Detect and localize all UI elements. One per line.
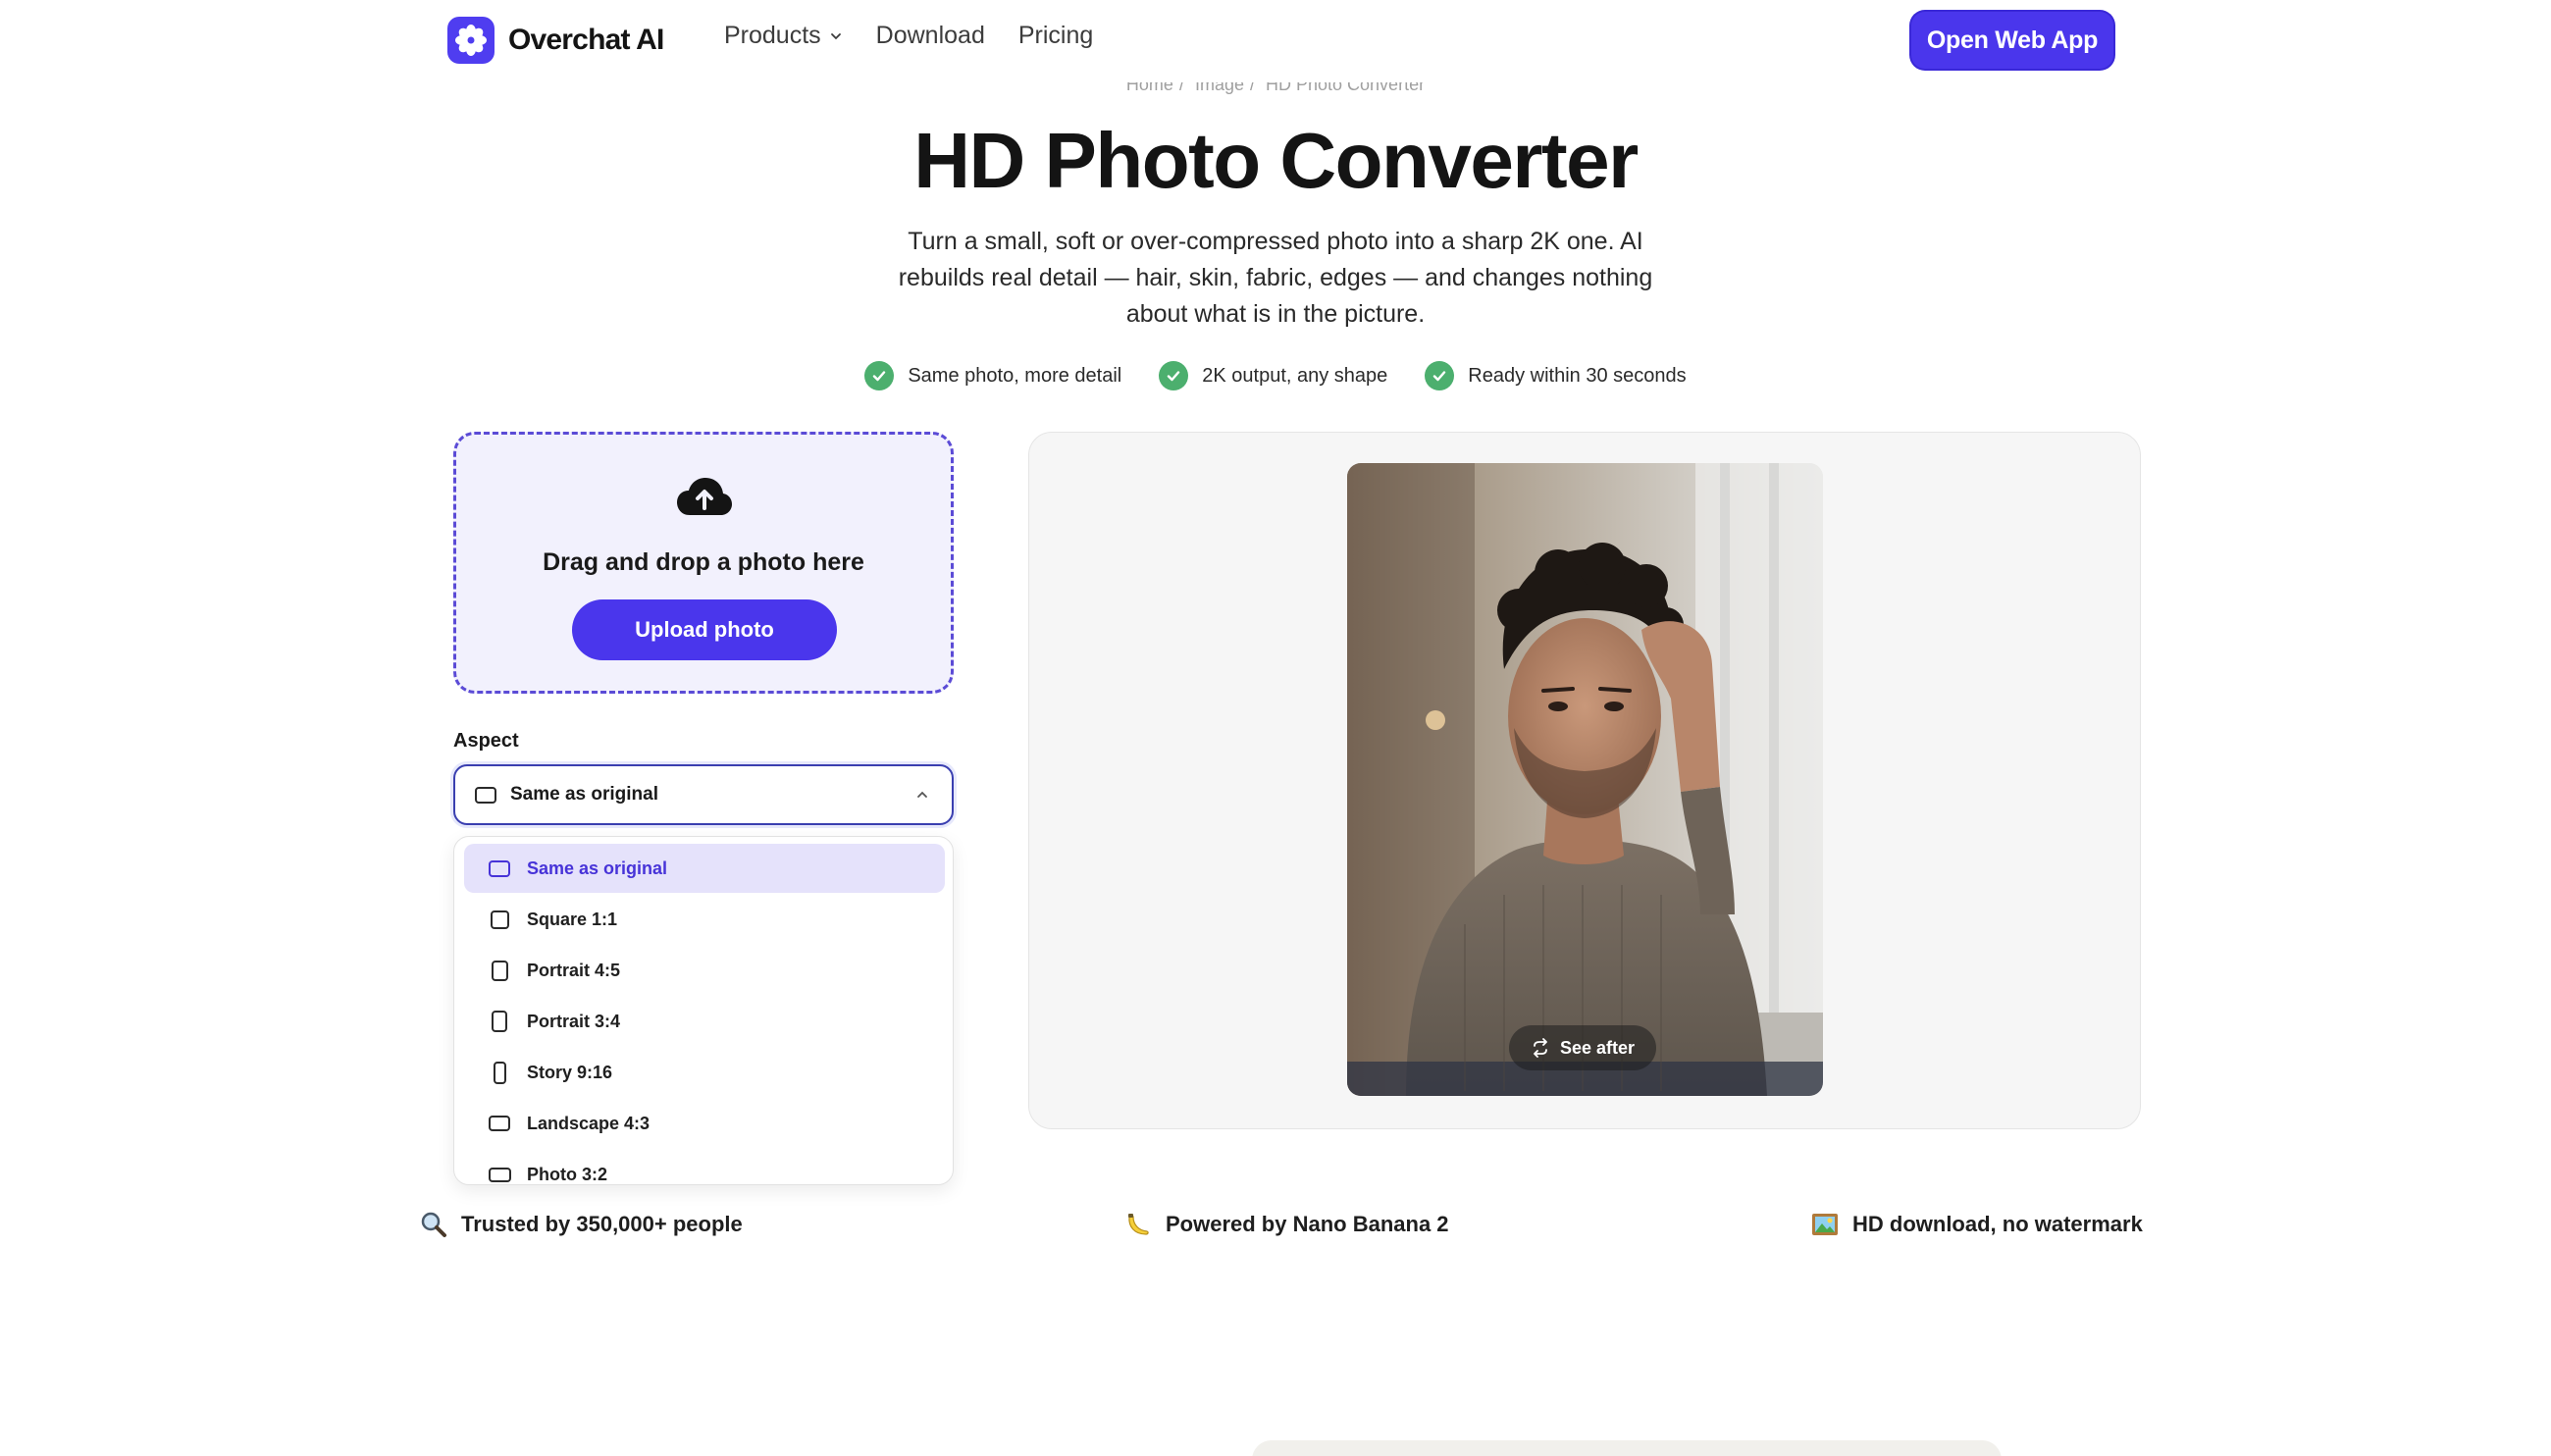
asterisk-logo-icon: [447, 17, 495, 64]
brand-logo[interactable]: Overchat AI: [447, 17, 664, 64]
trust-item: Trusted by 350,000+ people: [420, 1211, 743, 1238]
square-icon: [490, 910, 509, 929]
aspect-option-square[interactable]: Square 1:1: [464, 895, 945, 944]
main-nav: Products Download Pricing: [724, 22, 1093, 50]
landscape-rectangle-icon: [488, 1167, 511, 1182]
portrait-rectangle-icon: [492, 1011, 507, 1032]
feature-item: Ready within 30 seconds: [1425, 361, 1687, 390]
see-after-label: See after: [1559, 1037, 1636, 1058]
aspect-option-label: Photo 3:2: [527, 1164, 608, 1184]
framed-picture-icon: [1811, 1211, 1839, 1238]
aspect-option-portrait-3-4[interactable]: Portrait 3:4: [464, 997, 945, 1046]
aspect-option-label: Story 9:16: [527, 1062, 613, 1082]
page-title: HD Photo Converter: [913, 117, 1639, 204]
aspect-option-photo-3-2[interactable]: Photo 3:2: [464, 1150, 945, 1184]
nav-pricing[interactable]: Pricing: [1018, 22, 1093, 50]
nav-pricing-label: Pricing: [1017, 22, 1094, 49]
nav-download[interactable]: Download: [876, 22, 985, 50]
feature-item: 2K output, any shape: [1159, 361, 1387, 390]
trust-text: Trusted by 350,000+ people: [461, 1212, 743, 1236]
see-after-toggle[interactable]: See after: [1509, 1025, 1656, 1070]
trust-item: HD download, no watermark: [1811, 1211, 2143, 1238]
rectangle-icon: [475, 786, 496, 804]
trust-item: Powered by Nano Banana 2: [1124, 1211, 1449, 1238]
preview-photo: [1347, 463, 1823, 1096]
portrait-rectangle-icon: [491, 960, 508, 981]
upload-photo-button[interactable]: Upload photo: [572, 599, 837, 660]
chevron-up-icon: [917, 791, 927, 798]
feature-label: Same photo, more detail: [908, 364, 1122, 387]
aspect-option-landscape-4-3[interactable]: Landscape 4:3: [464, 1099, 945, 1148]
nav-products[interactable]: Products: [724, 22, 843, 50]
nav-products-label: Products: [724, 22, 821, 49]
rectangle-icon: [489, 859, 510, 877]
aspect-option-label: Landscape 4:3: [527, 1113, 651, 1133]
check-circle-icon: [864, 361, 895, 390]
landscape-rectangle-icon: [489, 1116, 510, 1131]
aspect-selected-value: Same as original: [510, 784, 659, 805]
aspect-option-label: Portrait 4:5: [527, 960, 621, 980]
trust-text: Powered by Nano Banana 2: [1166, 1212, 1449, 1236]
feature-item: Same photo, more detail: [864, 361, 1121, 390]
feature-label: 2K output, any shape: [1202, 364, 1388, 387]
cloud-upload-icon: [677, 478, 732, 515]
aspect-option-label: Portrait 3:4: [527, 1011, 621, 1031]
aspect-option-portrait-4-5[interactable]: Portrait 4:5: [464, 946, 945, 995]
photo-dropzone[interactable]: Drag and drop a photo here Upload photo: [453, 432, 954, 694]
check-circle-icon: [1425, 361, 1455, 390]
tall-rectangle-icon: [493, 1061, 506, 1084]
swap-arrows-icon: [1534, 1038, 1547, 1058]
feature-label: Ready within 30 seconds: [1468, 364, 1687, 387]
aspect-option-label: Same as original: [527, 858, 668, 878]
magnifier-icon: [420, 1211, 447, 1238]
dropzone-text: Drag and drop a photo here: [543, 548, 864, 576]
feature-list: Same photo, more detail 2K output, any s…: [0, 361, 2551, 390]
site-header: Overchat AI Products Download Pricing Op…: [0, 0, 2551, 82]
brand-name: Overchat AI: [508, 24, 664, 56]
next-section-card: [1252, 1440, 2002, 1456]
aspect-select[interactable]: Same as original: [453, 764, 954, 825]
chevron-down-icon: [830, 32, 841, 39]
nav-download-label: Download: [875, 22, 985, 49]
aspect-option-same-as-original[interactable]: Same as original: [464, 844, 945, 893]
check-circle-icon: [1159, 361, 1189, 390]
aspect-dropdown: Same as original Square 1:1 Portrait 4:5…: [453, 836, 954, 1185]
aspect-option-label: Square 1:1: [527, 909, 618, 929]
trust-text: HD download, no watermark: [1852, 1212, 2143, 1236]
aspect-option-story[interactable]: Story 9:16: [464, 1048, 945, 1097]
banana-icon: [1124, 1211, 1152, 1238]
open-web-app-button[interactable]: Open Web App: [1911, 12, 2113, 69]
aspect-label: Aspect: [453, 730, 519, 752]
page-subtitle: Turn a small, soft or over-compressed ph…: [898, 228, 1653, 328]
